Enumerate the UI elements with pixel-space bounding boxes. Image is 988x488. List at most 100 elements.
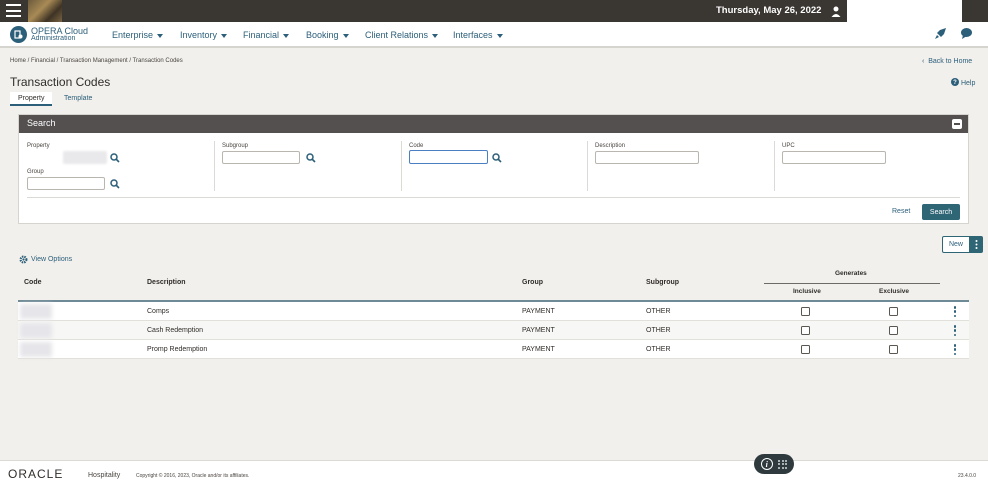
nav-enterprise[interactable]: Enterprise <box>112 30 164 40</box>
exclusive-checkbox[interactable] <box>889 326 898 335</box>
rocket-icon[interactable] <box>934 27 947 45</box>
hospitality-label: Hospitality <box>88 472 121 479</box>
top-bar: Thursday, May 26, 2022 <box>0 0 988 22</box>
back-to-home-link[interactable]: ‹ Back to Home <box>922 58 972 65</box>
code-redacted <box>20 342 52 357</box>
info-icon: i <box>760 458 773 470</box>
caret-down-icon <box>496 33 503 38</box>
reset-button[interactable]: Reset <box>892 208 910 215</box>
description-label: Description <box>595 143 626 149</box>
cell-group: PAYMENT <box>522 308 555 315</box>
caret-down-icon <box>221 33 228 38</box>
more-actions-icon[interactable] <box>970 236 983 253</box>
table-row[interactable]: Promp Redemption PAYMENT OTHER <box>18 340 969 359</box>
column-header-description[interactable]: Description <box>147 279 186 286</box>
property-label: Property <box>27 143 50 149</box>
property-image[interactable] <box>28 0 62 22</box>
nav-interfaces[interactable]: Interfaces <box>453 30 503 40</box>
help-icon: ? <box>951 78 959 86</box>
search-lookup-icon[interactable] <box>492 153 502 163</box>
cell-description: Promp Redemption <box>147 346 208 353</box>
copyright-text: Copyright © 2016, 2023, Oracle and/or it… <box>136 473 250 479</box>
row-actions-icon[interactable] <box>953 344 957 355</box>
column-header-exclusive[interactable]: Exclusive <box>879 288 909 295</box>
search-panel: Search Property Group Subgroup Code Desc… <box>18 114 969 224</box>
column-header-generates: Generates <box>835 270 867 277</box>
caret-down-icon <box>342 33 349 38</box>
inclusive-checkbox[interactable] <box>801 345 810 354</box>
tab-template[interactable]: Template <box>56 92 100 106</box>
cell-subgroup: OTHER <box>646 346 671 353</box>
nav-booking[interactable]: Booking <box>306 30 349 40</box>
search-panel-title: Search <box>27 118 56 128</box>
subgroup-input[interactable] <box>222 151 300 164</box>
table-row[interactable]: Comps PAYMENT OTHER <box>18 302 969 321</box>
caret-down-icon <box>432 33 439 38</box>
column-header-group[interactable]: Group <box>522 279 543 286</box>
digital-assistant-button[interactable]: i <box>754 454 794 474</box>
new-button[interactable]: New <box>942 236 970 253</box>
group-input[interactable] <box>27 177 105 190</box>
column-header-subgroup[interactable]: Subgroup <box>646 279 679 286</box>
chat-icon[interactable] <box>960 27 973 45</box>
table-row[interactable]: Cash Redemption PAYMENT OTHER <box>18 321 969 340</box>
breadcrumb[interactable]: Home / Financial / Transaction Managemen… <box>10 58 183 64</box>
search-panel-header: Search <box>19 115 968 133</box>
property-value-redacted[interactable] <box>63 151 107 164</box>
search-button[interactable]: Search <box>922 204 960 220</box>
user-name-redacted[interactable] <box>847 0 962 22</box>
upc-input[interactable] <box>782 151 886 164</box>
main-navigation: OPERA Cloud Administration Enterprise In… <box>0 22 988 48</box>
hamburger-menu-icon[interactable] <box>6 4 21 17</box>
collapse-icon[interactable] <box>952 119 962 129</box>
brand-subtitle: Administration <box>31 34 76 42</box>
oracle-logo: ORACLE <box>8 467 64 481</box>
cell-subgroup: OTHER <box>646 327 671 334</box>
inclusive-checkbox[interactable] <box>801 326 810 335</box>
business-date: Thursday, May 26, 2022 <box>716 5 822 16</box>
footer: ORACLE Hospitality Copyright © 2016, 202… <box>0 460 988 488</box>
version-text: 23.4.0.0 <box>958 473 977 479</box>
search-lookup-icon[interactable] <box>110 179 120 189</box>
user-icon[interactable] <box>826 0 846 22</box>
exclusive-checkbox[interactable] <box>889 307 898 316</box>
upc-label: UPC <box>782 143 795 149</box>
app-grid-icon <box>778 459 788 469</box>
chevron-left-icon: ‹ <box>922 58 925 65</box>
svg-text:?: ? <box>953 80 957 86</box>
cell-description: Comps <box>147 308 170 315</box>
cell-subgroup: OTHER <box>646 308 671 315</box>
caret-down-icon <box>157 33 164 38</box>
brand-title: OPERA Cloud <box>31 25 89 36</box>
row-actions-icon[interactable] <box>953 306 957 317</box>
exclusive-checkbox[interactable] <box>889 345 898 354</box>
help-link[interactable]: ? Help <box>951 78 975 87</box>
nav-inventory[interactable]: Inventory <box>180 30 228 40</box>
nav-financial[interactable]: Financial <box>243 30 290 40</box>
group-label: Group <box>27 169 44 175</box>
code-label: Code <box>409 143 424 149</box>
tab-property[interactable]: Property <box>10 92 53 106</box>
opera-logo-icon <box>10 26 27 43</box>
nav-client-relations[interactable]: Client Relations <box>365 30 439 40</box>
view-options-link[interactable]: View Options <box>19 255 72 264</box>
transaction-codes-table: Code Description Group Subgroup Generate… <box>18 266 969 359</box>
subgroup-label: Subgroup <box>222 143 249 149</box>
search-lookup-icon[interactable] <box>110 153 120 163</box>
inclusive-checkbox[interactable] <box>801 307 810 316</box>
row-actions-icon[interactable] <box>953 325 957 336</box>
code-redacted <box>20 304 52 319</box>
description-input[interactable] <box>595 151 699 164</box>
cell-description: Cash Redemption <box>147 327 204 334</box>
search-lookup-icon[interactable] <box>306 153 316 163</box>
cell-group: PAYMENT <box>522 327 555 334</box>
code-input[interactable] <box>409 150 488 164</box>
column-header-code[interactable]: Code <box>24 279 42 286</box>
code-redacted <box>20 323 52 338</box>
caret-down-icon <box>283 33 290 38</box>
opera-cloud-logo[interactable]: OPERA Cloud Administration <box>10 26 88 43</box>
cell-group: PAYMENT <box>522 346 555 353</box>
page-title: Transaction Codes <box>10 75 111 89</box>
gear-icon <box>19 255 28 264</box>
column-header-inclusive[interactable]: Inclusive <box>793 288 821 295</box>
